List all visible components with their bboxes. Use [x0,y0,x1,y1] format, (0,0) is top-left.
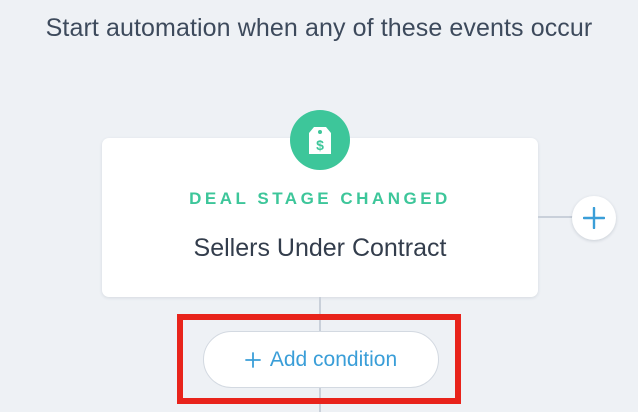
add-branch-button[interactable] [572,196,616,240]
svg-text:$: $ [316,137,324,153]
trigger-value: Sellers Under Contract [193,234,447,262]
page-heading: Start automation when any of these event… [45,14,593,42]
trigger-type-label: DEAL STAGE CHANGED [189,189,451,208]
price-tag-dollar-icon: $ [290,110,350,170]
highlight-annotation-box [177,314,461,404]
automation-canvas: Start automation when any of these event… [0,0,638,412]
plus-icon [583,207,605,229]
connector-line-right [538,216,574,218]
